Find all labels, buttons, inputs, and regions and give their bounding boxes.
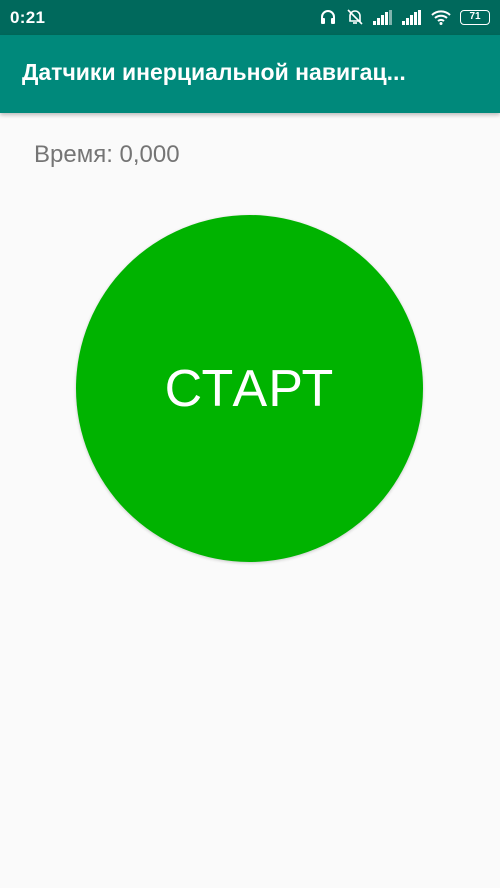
status-bar: 0:21 71: [0, 0, 500, 35]
app-title: Датчики инерциальной навигац...: [22, 59, 406, 85]
signal-icon: [402, 9, 422, 25]
battery-level: 71: [469, 11, 481, 22]
notifications-off-icon: [346, 8, 364, 26]
headphones-icon: [319, 8, 337, 26]
signal-icon: [373, 9, 393, 25]
battery-icon: 71: [460, 9, 490, 25]
time-label: Время: 0,000: [34, 141, 180, 168]
start-button[interactable]: СТАРТ: [76, 215, 423, 562]
status-time: 0:21: [10, 8, 46, 27]
app-bar: Датчики инерциальной навигац...: [0, 35, 500, 113]
status-icons: 71: [319, 7, 490, 27]
wifi-icon: [431, 9, 451, 25]
start-button-label: СТАРТ: [164, 359, 335, 418]
